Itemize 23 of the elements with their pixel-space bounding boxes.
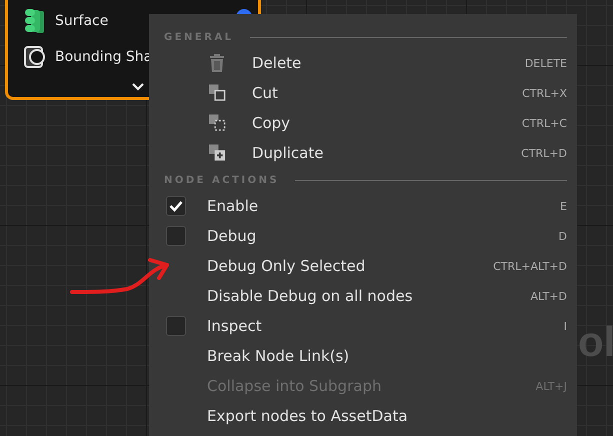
menu-item[interactable]: Break Node Link(s) (164, 341, 567, 371)
checkbox[interactable] (166, 316, 186, 336)
menu-item[interactable]: Debug D (164, 221, 567, 251)
stacked-layers-icon (24, 9, 46, 33)
trash-icon (209, 54, 225, 72)
checkbox[interactable] (166, 226, 186, 246)
menu-item[interactable]: Enable E (164, 191, 567, 221)
cut-icon (209, 84, 226, 102)
menu-item[interactable]: Copy CTRL+C (164, 108, 567, 138)
checkbox[interactable] (166, 196, 186, 216)
menu-item[interactable]: Disable Debug on all nodes ALT+D (164, 281, 567, 311)
section-header: NODE ACTIONS (164, 174, 280, 186)
copy-icon (209, 114, 226, 132)
chevron-down-icon[interactable] (132, 83, 144, 91)
menu-item[interactable]: Duplicate CTRL+D (164, 138, 567, 168)
menu-item[interactable]: Inspect I (164, 311, 567, 341)
menu-item[interactable]: Debug Only Selected CTRL+ALT+D (164, 251, 567, 281)
duplicate-icon (209, 144, 226, 162)
node-row-label: Surface (55, 13, 108, 29)
shape-icon (24, 46, 46, 68)
checkmark-icon (169, 200, 183, 212)
menu-item[interactable]: Export nodes to AssetData (164, 401, 567, 431)
section-header: GENERAL (164, 32, 234, 42)
